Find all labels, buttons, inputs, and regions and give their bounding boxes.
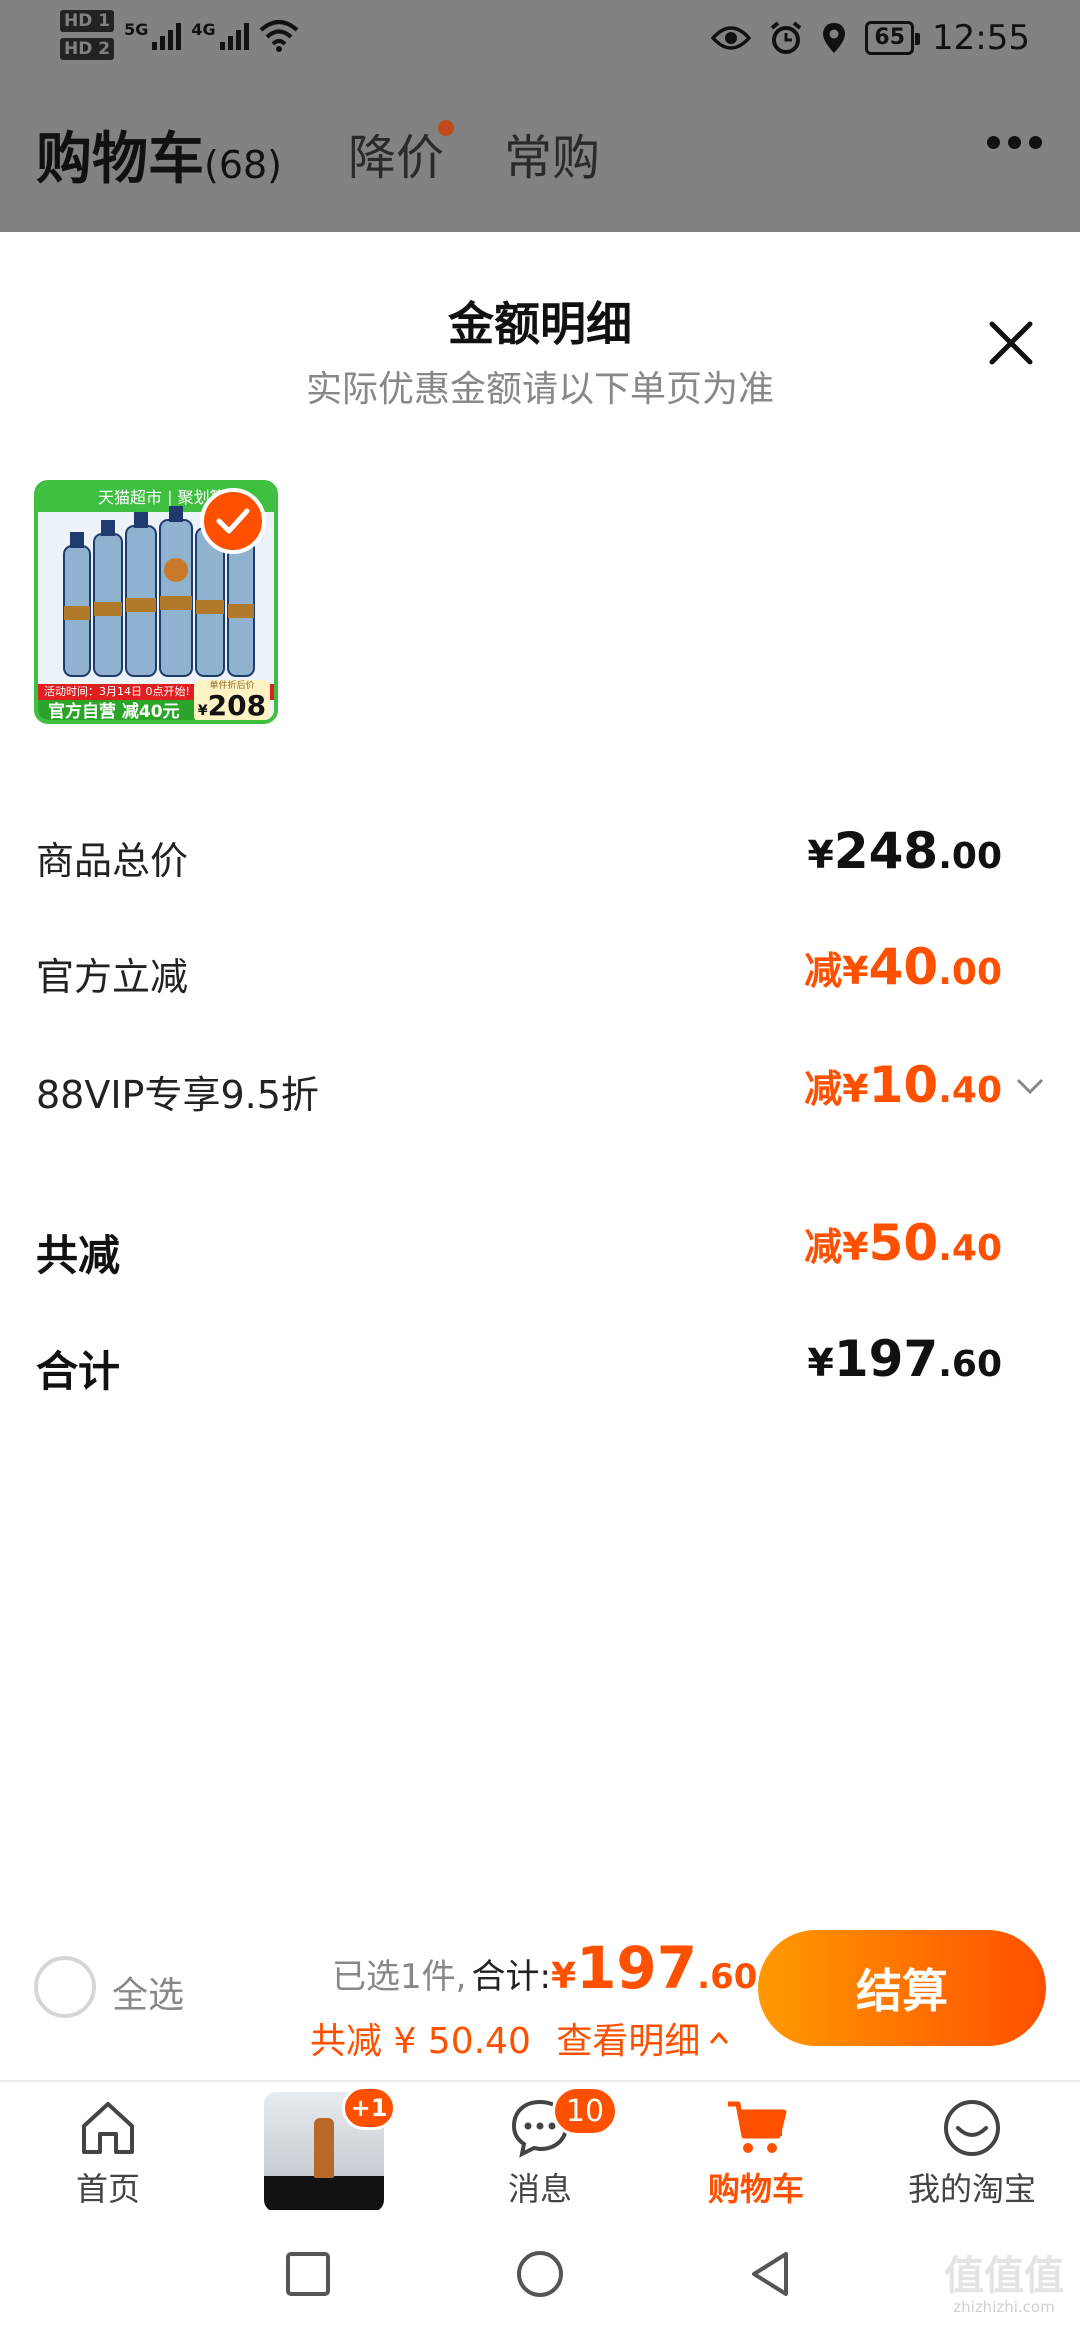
home-icon	[82, 2102, 134, 2154]
close-icon[interactable]	[986, 318, 1036, 368]
row-amount: ¥248.00	[807, 822, 1002, 880]
sheet-subtitle: 实际优惠金额请以下单页为准	[305, 369, 774, 410]
status-bar: HD 1 HD 2 5G 4G 65 12:55	[0, 0, 1080, 80]
cart-count: (68)	[204, 143, 283, 187]
row-vip-discount[interactable]: 88VIP专享9.5折 减¥10.40	[36, 1056, 1046, 1126]
battery-indicator: 65	[865, 21, 920, 55]
row-goods-total: 商品总价 ¥248.00	[36, 822, 1046, 892]
system-navigation-bar	[0, 2210, 1080, 2340]
tab-price-drop[interactable]: 降价	[348, 118, 444, 188]
hd2-badge: HD 2	[60, 38, 115, 60]
row-label: 共减	[36, 1231, 121, 1280]
total-integer: 197	[576, 1934, 698, 2002]
row-total-discount: 共减 减¥50.40	[36, 1214, 1046, 1284]
tab-cart[interactable]: 购物车	[648, 2082, 864, 2212]
view-details-label[interactable]: 查看明细	[556, 2012, 700, 2064]
tab-home[interactable]: 首页	[0, 2082, 216, 2212]
row-label: 88VIP专享9.5折	[36, 1073, 319, 1117]
watermark-glyphs: 值值值	[944, 2253, 1064, 2299]
messages-badge: 10	[552, 2086, 618, 2136]
more-icon[interactable]	[987, 136, 1042, 149]
row-amount: 减¥10.40	[804, 1056, 1002, 1114]
select-all-radio[interactable]	[34, 1956, 96, 2018]
row-grand-total: 合计 ¥197.60	[36, 1330, 1046, 1400]
home-circle-icon[interactable]	[512, 2246, 568, 2302]
clock: 12:55	[932, 18, 1030, 58]
row-label: 官方立减	[36, 955, 189, 999]
site-watermark: 值值值 zhizhizhi.com	[944, 2254, 1064, 2316]
select-all-label[interactable]: 全选	[112, 1966, 184, 2018]
live-plus-badge: +1	[342, 2086, 396, 2130]
thumb-price-value: 208	[207, 689, 267, 722]
network-5g-label: 5G	[124, 20, 149, 39]
amount-detail-sheet: 金额明细 实际优惠金额请以下单页为准 天猫超市 | 聚划算 活动时间：3月14日…	[0, 232, 1080, 2080]
recents-square-icon[interactable]	[280, 2246, 336, 2302]
total-currency: ¥	[551, 1956, 577, 1997]
dimmed-backdrop[interactable]: HD 1 HD 2 5G 4G 65 12:55 购物车(68) 降价 常购	[0, 0, 1080, 232]
row-official-discount: 官方立减 减¥40.00	[36, 938, 1046, 1008]
tab-my-taobao-label: 我的淘宝	[907, 2170, 1036, 2208]
cart-title-text: 购物车	[36, 127, 204, 192]
total-label: 合计:	[471, 1957, 552, 1997]
selected-check-icon[interactable]	[200, 488, 266, 554]
eye-icon	[711, 26, 752, 50]
cart-icon	[728, 2101, 787, 2153]
bottom-tab-bar: 首页 消息 购物车 我的淘宝	[0, 2080, 1080, 2210]
smiley-icon	[944, 2100, 1000, 2156]
tab-home-label: 首页	[75, 2170, 140, 2208]
cart-title: 购物车(68)	[36, 114, 282, 195]
tab-cart-label: 购物车	[707, 2170, 804, 2208]
location-icon	[823, 23, 846, 53]
discount-text: 共减 ¥ 50.40	[310, 2021, 531, 2062]
chevron-up-icon[interactable]	[708, 2030, 730, 2046]
row-amount: ¥197.60	[807, 1330, 1002, 1388]
sheet-title: 金额明细	[448, 297, 632, 351]
cart-header: 购物车(68) 降价 常购	[0, 100, 1080, 200]
network-4g-label: 4G	[191, 20, 216, 39]
price-drop-dot	[438, 120, 454, 136]
network-indicators: HD 1 HD 2 5G 4G	[60, 10, 299, 60]
alarm-icon	[771, 21, 802, 54]
chevron-down-icon[interactable]	[1014, 1070, 1046, 1102]
checkout-bar: 全选 已选1件, 合计:¥197.60 共减 ¥ 50.40 查看明细 结算	[0, 1916, 1080, 2080]
signal-5g-icon: 5G	[124, 20, 182, 50]
tab-messages-label: 消息	[507, 2170, 572, 2208]
thumb-price-tag: 单件折后价 ¥208	[194, 680, 270, 722]
tab-my-taobao[interactable]: 我的淘宝	[864, 2082, 1080, 2212]
system-indicators: 65 12:55	[711, 18, 1030, 58]
row-label: 合计	[36, 1347, 121, 1396]
tab-frequent[interactable]: 常购	[504, 118, 600, 188]
hd1-badge: HD 1	[60, 10, 115, 32]
thumb-price-currency: ¥	[197, 703, 208, 719]
whisky-bottle-image	[314, 2118, 334, 2178]
thumb-official-badge: 官方自营 减40元	[38, 700, 208, 720]
discount-summary: 共减 ¥ 50.40 查看明细	[310, 2012, 730, 2064]
total-decimal: .60	[697, 1957, 758, 1997]
wifi-icon	[259, 20, 298, 52]
checkout-summary: 已选1件, 合计:¥197.60	[332, 1934, 757, 2002]
selected-count: 已选1件,	[332, 1957, 467, 1997]
signal-4g-icon: 4G	[191, 20, 249, 50]
view-details-link[interactable]: 查看明细	[556, 2012, 730, 2064]
row-label: 商品总价	[36, 839, 189, 883]
row-amount: 减¥50.40	[804, 1214, 1002, 1272]
checkout-button[interactable]: 结算	[758, 1930, 1046, 2046]
row-amount: 减¥40.00	[804, 938, 1002, 996]
back-triangle-icon[interactable]	[742, 2246, 798, 2302]
watermark-site: zhizhizhi.com	[953, 2298, 1055, 2316]
